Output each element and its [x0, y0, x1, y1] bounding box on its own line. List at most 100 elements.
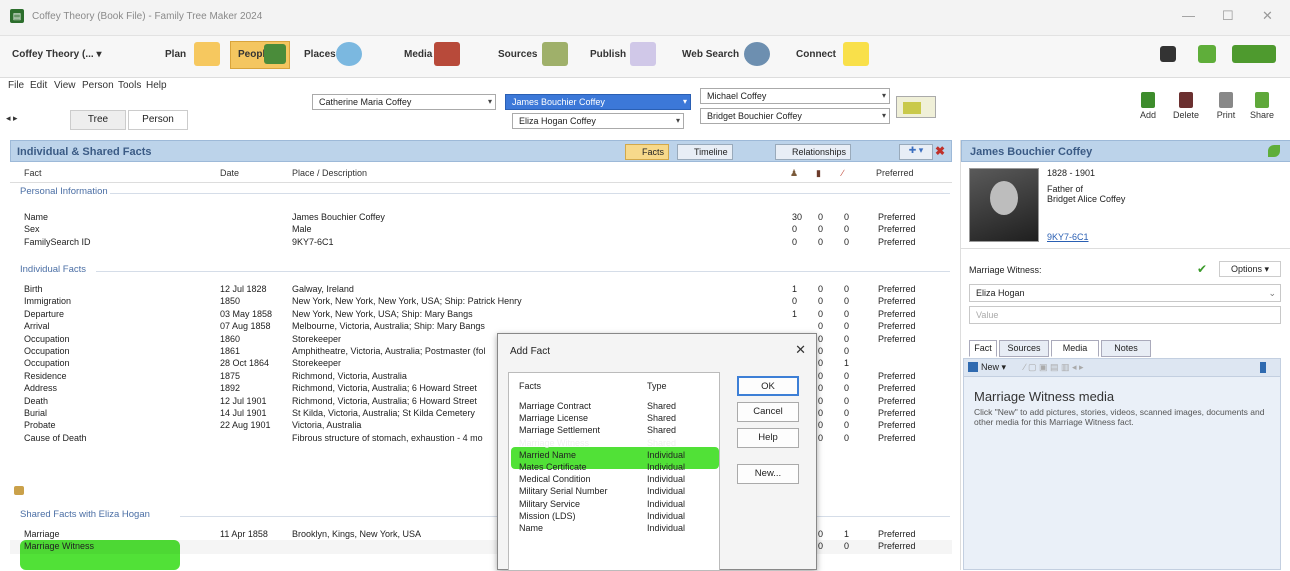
facts-list[interactable]: Facts Type Marriage Contract Shared Marria…	[508, 372, 720, 571]
cell-place: Victoria, Australia	[292, 420, 362, 431]
person-name: James Bouchier Coffey	[970, 146, 1093, 158]
menu-view[interactable]: View	[54, 80, 76, 91]
item-fact: Marriage License	[519, 413, 589, 424]
relationships-view-button[interactable]: Relationships	[775, 144, 852, 160]
options-button[interactable]: Options ▾	[1219, 261, 1281, 277]
child-selector-2[interactable]: Bridget Bouchier Coffey ▾	[700, 108, 890, 124]
family-view-button[interactable]	[896, 96, 936, 118]
sources-button[interactable]: Sources	[498, 49, 537, 60]
cell-pref: Preferred	[878, 420, 916, 431]
fact-row[interactable]: FamilySearch ID 9KY7-6C1 0 0 0 Preferred	[10, 236, 952, 250]
witness-value-field[interactable]: Eliza Hogan ⌄	[969, 284, 1281, 302]
leaf-icon[interactable]	[1268, 145, 1280, 157]
delete-fact-icon[interactable]: ✖	[935, 144, 949, 160]
share-button[interactable]: Share	[1244, 92, 1280, 120]
divider	[961, 248, 1290, 249]
help-button[interactable]: Help	[737, 428, 799, 448]
delete-button[interactable]: Delete	[1168, 92, 1204, 120]
item-fact: Name	[519, 523, 544, 533]
tree-sync-icon[interactable]	[1232, 45, 1276, 63]
col-preferred[interactable]: Preferred	[876, 168, 914, 178]
account-icon[interactable]	[1160, 46, 1176, 62]
chevron-down-icon: ▾	[487, 97, 492, 106]
tab-sources[interactable]: Sources	[999, 340, 1049, 357]
cell-c: 0	[844, 236, 850, 247]
tree-selector[interactable]: Coffey Theory (... ▾	[12, 49, 101, 60]
new-media-button[interactable]: New ▾	[981, 362, 1006, 373]
col-place[interactable]: Place / Description	[292, 168, 367, 178]
tab-fact[interactable]: Fact	[969, 340, 997, 357]
cell-a: 0	[792, 236, 798, 247]
tab-notes[interactable]: Notes	[1101, 340, 1151, 357]
tab-tree[interactable]: Tree	[70, 110, 126, 130]
menu-help[interactable]: Help	[146, 80, 167, 91]
media-button[interactable]: Media	[404, 49, 432, 60]
connect-button[interactable]: Connect	[796, 49, 836, 60]
main-toolbar: Coffey Theory (... ▾ Plan People Places …	[0, 36, 1290, 78]
item-fact: Marriage Contract	[519, 401, 592, 411]
cell-place: New York, New York, USA; Ship: Mary Bang…	[292, 308, 473, 319]
tab-person[interactable]: Person	[128, 110, 188, 130]
spouse-selector[interactable]: Eliza Hogan Coffey ▾	[512, 113, 684, 129]
person-photo[interactable]	[969, 168, 1039, 242]
publish-button[interactable]: Publish	[590, 49, 626, 60]
chevron-down-icon: ⌄	[1268, 288, 1276, 298]
value-field[interactable]: Value	[969, 306, 1281, 324]
cancel-button[interactable]: Cancel	[737, 402, 799, 422]
cell-b: 0	[818, 212, 824, 222]
cell-c: 1	[844, 358, 850, 369]
sync-icon[interactable]	[1198, 45, 1216, 63]
menu-tools[interactable]: Tools	[118, 80, 141, 91]
sources-col-icon: ♟	[790, 168, 799, 178]
cell-pref: Preferred	[878, 296, 916, 307]
cell-b: 0	[818, 408, 824, 418]
print-button[interactable]: Print	[1208, 92, 1244, 120]
cell-place: New York, New York, New York, USA; Ship:…	[292, 296, 522, 307]
add-button[interactable]: Add	[1130, 92, 1166, 120]
cell-place: 9KY7-6C1	[292, 236, 334, 247]
places-button[interactable]: Places	[304, 49, 336, 60]
new-media-icon	[968, 362, 978, 372]
maximize-button[interactable]: ☐	[1222, 8, 1234, 24]
item-type: Shared	[647, 413, 677, 424]
cell-place: Richmond, Victoria, Australia	[292, 370, 407, 381]
col-fact[interactable]: Fact	[24, 168, 42, 178]
close-button[interactable]: ✕	[1262, 8, 1273, 24]
familysearch-id-link[interactable]: 9KY7-6C1	[1047, 232, 1089, 242]
tab-media[interactable]: Media	[1051, 340, 1099, 357]
checkmark-icon[interactable]: ✔	[1197, 262, 1207, 276]
web-search-button[interactable]: Web Search	[682, 49, 739, 60]
menu-edit[interactable]: Edit	[30, 80, 47, 91]
cell-c: 0	[844, 212, 850, 222]
menu-person[interactable]: Person	[82, 80, 114, 91]
relation-name[interactable]: Bridget Alice Coffey	[1047, 194, 1125, 204]
family-icon	[903, 102, 921, 114]
cell-pref: Preferred	[878, 333, 916, 344]
mother-selector[interactable]: Catherine Maria Coffey ▾	[312, 94, 496, 110]
new-fact-button[interactable]: New...	[737, 464, 799, 484]
cell-c: 0	[844, 395, 850, 406]
fact-list-item[interactable]: Name Individual	[509, 521, 719, 535]
facts-view-button[interactable]: Facts	[625, 144, 670, 160]
menu-file[interactable]: File	[8, 80, 24, 91]
child-selector-1[interactable]: Michael Coffey ▾	[700, 88, 890, 104]
cell-place: Galway, Ireland	[292, 284, 354, 294]
cell-place: Male	[292, 224, 312, 235]
col-date[interactable]: Date	[220, 168, 239, 178]
app-icon: ▤	[10, 9, 24, 23]
cell-pref: Preferred	[878, 395, 916, 406]
person-panel-header: James Bouchier Coffey	[961, 140, 1290, 162]
timeline-view-button[interactable]: Timeline	[677, 144, 733, 160]
life-years: 1828 - 1901	[1047, 168, 1096, 178]
back-forward-arrows[interactable]: ◂ ▸	[6, 113, 18, 124]
cell-place: James Bouchier Coffey	[292, 212, 385, 222]
cell-fact: Occupation	[24, 333, 70, 344]
cell-fact: Burial	[24, 408, 48, 418]
cell-c: 0	[844, 408, 850, 418]
current-person-selector[interactable]: James Bouchier Coffey ▾	[505, 94, 691, 110]
minimize-button[interactable]: —	[1182, 8, 1195, 23]
close-icon[interactable]: ✕	[795, 342, 806, 358]
plan-button[interactable]: Plan	[165, 49, 186, 60]
ok-button[interactable]: OK	[737, 376, 799, 396]
add-fact-button[interactable]: ✚ ▾	[899, 144, 933, 160]
